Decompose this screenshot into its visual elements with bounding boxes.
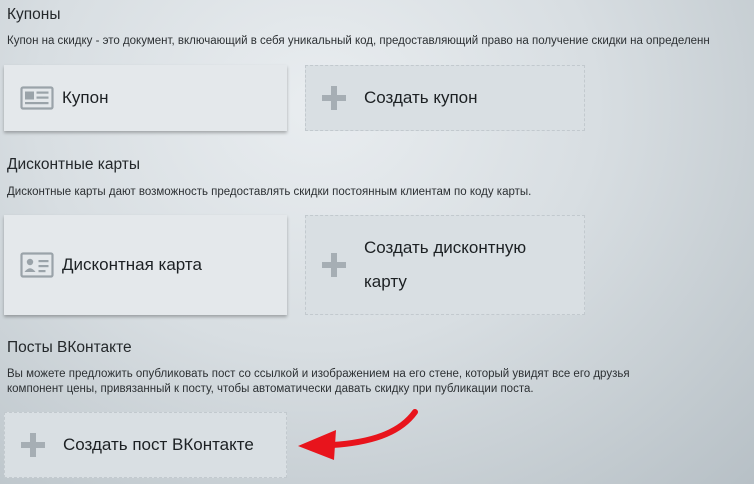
section-description-coupons: Купон на скидку - это документ, включающ… bbox=[7, 35, 710, 47]
section-description-vk-posts-line1: Вы можете предложить опубликовать пост с… bbox=[7, 368, 630, 380]
create-coupon-label: Создать купон bbox=[364, 88, 478, 107]
discount-card-card[interactable]: Дисконтная карта bbox=[4, 215, 287, 315]
section-title-vk-posts: Посты ВКонтакте bbox=[7, 339, 132, 356]
create-discount-card-button[interactable]: Создать дисконтную карту bbox=[305, 215, 585, 315]
section-description-discount-cards: Дисконтные карты дают возможность предос… bbox=[7, 186, 532, 198]
coupon-card-label: Купон bbox=[62, 88, 109, 107]
plus-icon bbox=[21, 433, 45, 457]
coupon-icon bbox=[20, 86, 54, 110]
create-discount-card-label-line2: карту bbox=[364, 272, 407, 291]
plus-icon bbox=[322, 86, 346, 110]
create-discount-card-label-line1: Создать дисконтную bbox=[364, 238, 527, 257]
section-description-vk-posts-line2: компонент цены, привязанный к посту, что… bbox=[7, 383, 534, 395]
create-vk-post-label: Создать пост ВКонтакте bbox=[63, 435, 254, 454]
plus-icon bbox=[322, 253, 346, 277]
coupon-card[interactable]: Купон bbox=[4, 65, 287, 131]
create-discount-card-label: Создать дисконтную карту bbox=[364, 231, 526, 299]
create-vk-post-button[interactable]: Создать пост ВКонтакте bbox=[4, 412, 287, 478]
discount-card-label: Дисконтная карта bbox=[62, 255, 202, 274]
section-title-discount-cards: Дисконтные карты bbox=[7, 156, 141, 173]
id-card-icon bbox=[20, 252, 54, 278]
section-title-coupons: Купоны bbox=[7, 6, 61, 23]
create-coupon-button[interactable]: Создать купон bbox=[305, 65, 585, 131]
red-arrow-icon bbox=[298, 409, 418, 460]
